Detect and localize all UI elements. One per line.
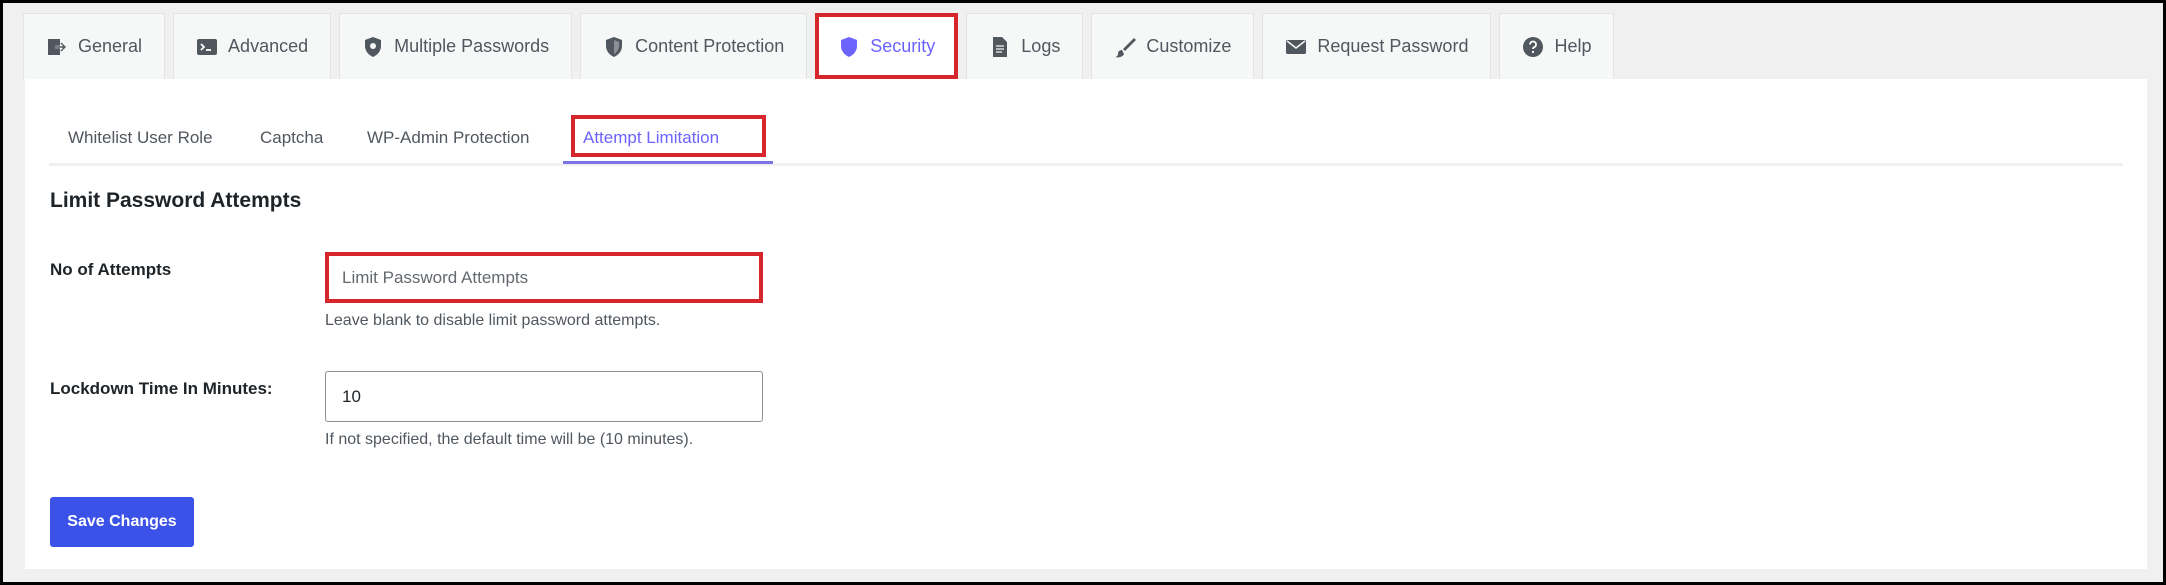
subtab-label: WP-Admin Protection: [367, 128, 530, 147]
lockdown-minutes-input[interactable]: [325, 371, 763, 422]
settings-window: General Advanced Multiple Passwords Cont…: [0, 0, 2166, 585]
tab-label: Security: [870, 36, 936, 56]
tab-security[interactable]: Security: [815, 13, 959, 79]
subtab-label: Captcha: [260, 128, 324, 147]
exit-icon: [46, 36, 68, 58]
tab-help[interactable]: Help: [1499, 13, 1615, 79]
help-icon: [1522, 36, 1544, 58]
attempts-input[interactable]: [325, 252, 763, 303]
attempts-label: No of Attempts: [50, 260, 172, 279]
shield-icon: [838, 36, 860, 58]
terminal-icon: [196, 36, 218, 58]
tab-label: Multiple Passwords: [394, 36, 550, 56]
save-changes-button[interactable]: Save Changes: [50, 497, 194, 547]
main-tab-bar: General Advanced Multiple Passwords Cont…: [23, 13, 1615, 79]
tab-label: Logs: [1021, 36, 1061, 56]
lockdown-label: Lockdown Time In Minutes:: [50, 379, 273, 398]
subtab-captcha[interactable]: Captcha: [260, 113, 323, 163]
lockdown-help-text: If not specified, the default time will …: [325, 431, 694, 448]
tab-label: Content Protection: [635, 36, 785, 56]
subtab-wp-admin-protection[interactable]: WP-Admin Protection: [367, 113, 530, 163]
document-icon: [989, 36, 1011, 58]
tab-multiple-passwords[interactable]: Multiple Passwords: [339, 13, 573, 79]
subtab-label: Whitelist User Role: [68, 128, 213, 147]
divider: [49, 163, 2123, 166]
tab-label: General: [78, 36, 143, 56]
shield-half-icon: [603, 36, 625, 58]
tab-label: Help: [1554, 36, 1592, 56]
active-tab-indicator: [563, 161, 773, 164]
tab-logs[interactable]: Logs: [966, 13, 1084, 79]
brush-icon: [1114, 36, 1137, 58]
sub-tab-bar: Whitelist User Role Captcha WP-Admin Pro…: [25, 113, 2147, 163]
tab-request-password[interactable]: Request Password: [1262, 13, 1492, 79]
settings-panel: Whitelist User Role Captcha WP-Admin Pro…: [25, 79, 2147, 569]
tab-general[interactable]: General: [23, 13, 166, 79]
tab-advanced[interactable]: Advanced: [173, 13, 332, 79]
tab-customize[interactable]: Customize: [1091, 13, 1255, 79]
tab-content-protection[interactable]: Content Protection: [580, 13, 808, 79]
tab-label: Customize: [1146, 36, 1232, 56]
shield-icon: [362, 36, 384, 58]
section-title: Limit Password Attempts: [50, 189, 302, 212]
tab-label: Advanced: [228, 36, 309, 56]
mail-icon: [1285, 36, 1307, 58]
highlight-box: [571, 115, 766, 157]
subtab-whitelist-user-role[interactable]: Whitelist User Role: [68, 113, 213, 163]
tab-label: Request Password: [1317, 36, 1469, 56]
attempts-help-text: Leave blank to disable limit password at…: [325, 312, 661, 329]
